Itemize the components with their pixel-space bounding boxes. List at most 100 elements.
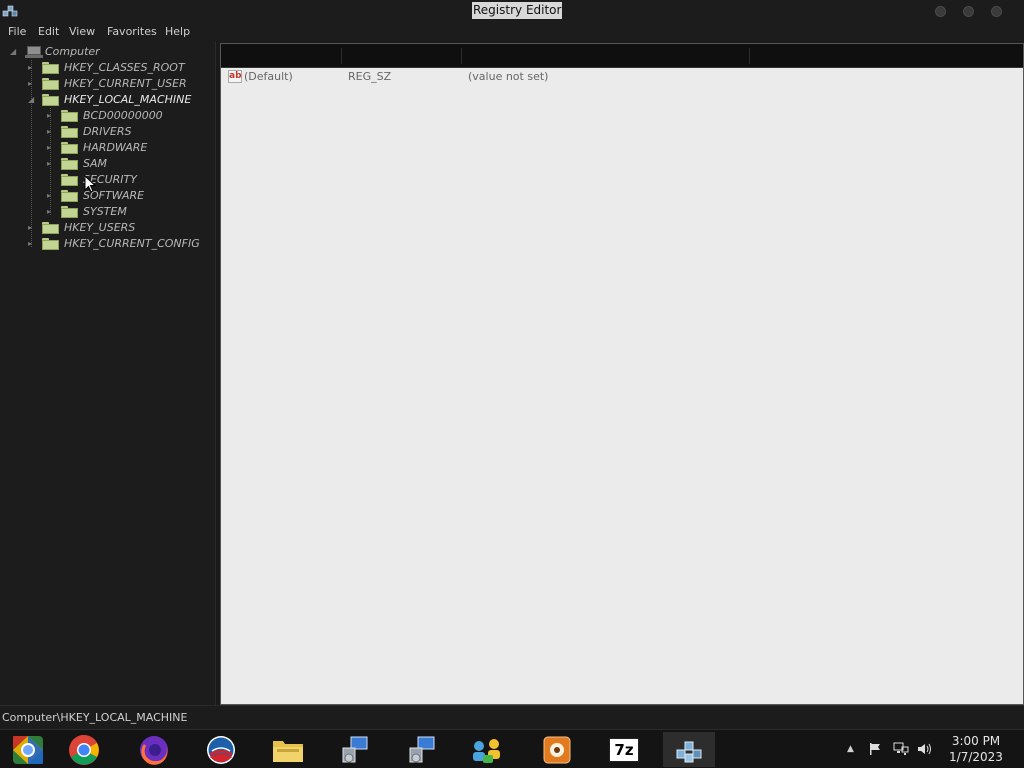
menu-edit[interactable]: Edit — [38, 25, 59, 39]
tree-node-label: SYSTEM — [83, 205, 127, 218]
chrome-icon — [69, 734, 99, 765]
folder-icon — [61, 158, 78, 170]
folder-icon — [61, 126, 78, 138]
tree-node-label: DRIVERS — [83, 125, 132, 138]
menu-favorites[interactable]: Favorites — [107, 25, 157, 39]
system-clock[interactable]: 3:00 PM 1/7/2023 — [946, 733, 1006, 765]
tree-node-hkey-current-config[interactable]: ▸ HKEY_CURRENT_CONFIG — [27, 236, 212, 252]
expand-arrow-icon[interactable]: ▸ — [47, 144, 54, 152]
taskbar-file-explorer[interactable] — [262, 732, 314, 767]
firefox-icon — [140, 735, 168, 765]
registry-editor-icon — [676, 741, 702, 762]
menu-file[interactable]: File — [8, 25, 26, 39]
value-data: (value not set) — [468, 70, 549, 83]
column-separator[interactable] — [461, 48, 462, 64]
network-people-icon — [473, 738, 500, 763]
tree-node-hkey-local-machine[interactable]: ◢ HKEY_LOCAL_MACHINE — [27, 92, 212, 108]
tree-node-hkey-classes-root[interactable]: ▸ HKEY_CLASSES_ROOT — [27, 60, 212, 76]
folder-icon — [42, 238, 59, 250]
start-orb-icon — [13, 735, 43, 764]
clock-time: 3:00 PM — [951, 734, 1001, 748]
tree-node-label: SAM — [83, 157, 107, 170]
tree-node-sam[interactable]: ▸ SAM — [46, 156, 211, 172]
folder-icon — [61, 190, 78, 202]
open-folder-icon — [42, 94, 59, 106]
folder-icon — [42, 62, 59, 74]
registry-editor-app-icon[interactable] — [2, 3, 18, 19]
tree-node-label: HKEY_CLASSES_ROOT — [64, 61, 185, 74]
expand-arrow-icon[interactable]: ▸ — [47, 128, 54, 136]
value-type: REG_SZ — [348, 70, 392, 83]
taskbar: 7z ▲ 3:00 PM 1/7/2023 — [0, 729, 1024, 768]
network-icon[interactable] — [893, 742, 909, 756]
menu-bar: File Edit View Favorites Help — [0, 23, 1024, 41]
taskbar-firefox[interactable] — [128, 732, 180, 767]
tree-node-software[interactable]: ▸ SOFTWARE — [46, 188, 211, 204]
installer-icon — [342, 736, 368, 762]
7zip-icon: 7z — [609, 737, 639, 762]
tree-node-security[interactable]: SECURITY — [46, 172, 211, 188]
taskbar-obama-app[interactable] — [195, 732, 247, 767]
expand-arrow-icon[interactable]: ▸ — [28, 80, 35, 88]
folder-icon — [61, 142, 78, 154]
taskbar-7zip[interactable]: 7z — [598, 732, 650, 767]
value-row[interactable]: ab (Default) REG_SZ (value not set) — [221, 68, 1023, 86]
maximize-button[interactable] — [963, 6, 974, 17]
tree-node-label: HKEY_CURRENT_USER — [64, 77, 187, 90]
folder-icon — [61, 174, 78, 186]
paint-app-icon — [543, 736, 571, 763]
expand-arrow-icon[interactable]: ▸ — [28, 64, 35, 72]
tree-node-hardware[interactable]: ▸ HARDWARE — [46, 140, 211, 156]
tree-node-computer[interactable]: ◢ Computer — [8, 44, 208, 60]
mouse-pointer-icon — [84, 175, 96, 193]
column-separator[interactable] — [749, 48, 750, 64]
expand-arrow-icon[interactable]: ▸ — [28, 240, 35, 248]
column-separator[interactable] — [341, 48, 342, 64]
tree-node-system[interactable]: ▸ SYSTEM — [46, 204, 211, 220]
show-hidden-arrow-icon[interactable]: ▲ — [847, 742, 854, 756]
status-path: Computer\HKEY_LOCAL_MACHINE — [2, 711, 188, 724]
expand-arrow-icon[interactable]: ▸ — [28, 224, 35, 232]
tree-node-label: HARDWARE — [83, 141, 148, 154]
minimize-button[interactable] — [935, 6, 946, 17]
taskbar-setup-installer-2[interactable] — [396, 732, 448, 767]
taskbar-paint-app[interactable] — [531, 732, 583, 767]
folder-icon — [61, 206, 78, 218]
computer-icon — [25, 46, 43, 58]
tree-node-hkey-current-user[interactable]: ▸ HKEY_CURRENT_USER — [27, 76, 212, 92]
tree-node-label: HKEY_CURRENT_CONFIG — [64, 237, 200, 250]
file-explorer-icon — [273, 740, 303, 762]
tree-node-drivers[interactable]: ▸ DRIVERS — [46, 124, 211, 140]
taskbar-network-app[interactable] — [461, 732, 513, 767]
installer-icon — [409, 736, 435, 762]
registry-tree-pane[interactable]: ◢ Computer ▸ HKEY_CLASSES_ROOT ▸ HKEY_CU… — [0, 41, 216, 705]
tree-node-label: Computer — [45, 45, 100, 58]
start-button[interactable] — [2, 732, 54, 767]
tree-node-label: BCD00000000 — [83, 109, 163, 122]
taskbar-registry-editor[interactable] — [663, 732, 715, 767]
status-bar: Computer\HKEY_LOCAL_MACHINE — [0, 705, 1024, 729]
clock-date: 1/7/2023 — [949, 750, 1003, 764]
tree-node-hkey-users[interactable]: ▸ HKEY_USERS — [27, 220, 212, 236]
expand-arrow-icon[interactable]: ▸ — [47, 208, 54, 216]
folder-icon — [42, 222, 59, 234]
tree-node-label-selected: HKEY_LOCAL_MACHINE — [64, 93, 192, 106]
collapse-arrow-icon[interactable]: ◢ — [28, 96, 35, 104]
expand-arrow-icon[interactable]: ▸ — [47, 112, 54, 120]
action-center-flag-icon[interactable] — [868, 742, 882, 756]
menu-help[interactable]: Help — [165, 25, 190, 39]
expand-arrow-icon[interactable]: ▸ — [47, 192, 54, 200]
taskbar-setup-installer[interactable] — [329, 732, 381, 767]
taskbar-chrome[interactable] — [58, 732, 110, 767]
collapse-arrow-icon[interactable]: ◢ — [10, 48, 17, 56]
expand-arrow-icon[interactable]: ▸ — [47, 160, 54, 168]
close-button[interactable] — [991, 6, 1002, 17]
folder-icon — [61, 110, 78, 122]
folder-icon — [42, 78, 59, 90]
tree-node-bcd00000000[interactable]: ▸ BCD00000000 — [46, 108, 211, 124]
obama-logo-icon — [207, 735, 235, 764]
title-bar: Registry Editor — [0, 0, 1024, 23]
menu-view[interactable]: View — [69, 25, 95, 39]
volume-icon[interactable] — [917, 742, 933, 756]
registry-values-pane[interactable]: ab (Default) REG_SZ (value not set) — [220, 43, 1024, 705]
